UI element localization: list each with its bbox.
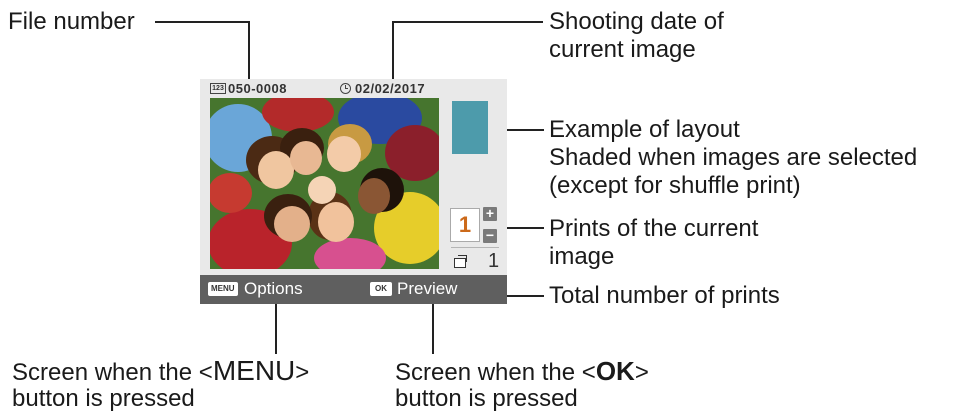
current-image[interactable] (210, 98, 439, 269)
prints-current-callout-line1: Prints of the current (549, 215, 759, 242)
menu-screen-callout-line1: Screen when the <MENU> (12, 357, 309, 387)
children-photo-image (210, 98, 439, 269)
file-number-leader-v (248, 21, 250, 81)
shooting-date-callout-line2: current image (549, 36, 696, 63)
layout-example-callout-line1: Example of layout (549, 116, 740, 143)
file-number-icon: 123 (210, 83, 226, 94)
ok-callout-leader (432, 304, 434, 354)
file-number-callout: File number (8, 8, 135, 35)
menu-callout-leader (275, 304, 277, 354)
options-label[interactable]: Options (244, 279, 303, 299)
file-number-value: 050-0008 (228, 81, 287, 96)
shooting-date-value: 02/02/2017 (355, 81, 426, 96)
screen-top-bar: 123 050-0008 02/02/2017 (200, 79, 507, 98)
printer-screen: 123 050-0008 02/02/2017 1 + − 1 MENU Opt… (200, 79, 507, 304)
shooting-date-callout-line1: Shooting date of (549, 8, 724, 35)
shooting-date-leader-v (392, 21, 394, 81)
file-number-leader-h (155, 21, 249, 23)
layout-example-callout-line3: (except for shuffle print) (549, 172, 801, 199)
ok-callout-prefix: Screen when the < (395, 359, 596, 386)
menu-callout-prefix: Screen when the < (12, 359, 213, 386)
menu-callout-key: MENU (212, 355, 296, 386)
plus-icon[interactable]: + (483, 206, 497, 221)
layout-example-thumbnail (452, 101, 488, 154)
menu-screen-callout-line2: button is pressed (12, 385, 195, 412)
total-prints-value: 1 (488, 250, 500, 272)
divider (451, 247, 499, 248)
total-prints-callout: Total number of prints (549, 282, 780, 309)
ok-screen-callout-line2: button is pressed (395, 385, 578, 412)
menu-callout-suffix: > (295, 359, 310, 386)
prints-stack-icon (454, 255, 467, 268)
menu-button-icon[interactable]: MENU (208, 282, 238, 296)
ok-button-icon[interactable]: OK (370, 282, 392, 296)
shooting-date-leader-h (392, 21, 543, 23)
prints-current-callout-line2: image (549, 243, 615, 270)
preview-label[interactable]: Preview (397, 279, 457, 299)
ok-callout-suffix: > (634, 359, 649, 386)
prints-current-value: 1 (450, 208, 480, 242)
ok-screen-callout-line1: Screen when the <OK> (395, 357, 649, 387)
minus-icon[interactable]: − (483, 228, 497, 243)
clock-icon (340, 83, 351, 94)
layout-example-callout-line2: Shaded when images are selected (549, 144, 918, 171)
screen-bottom-bar: MENU Options OK Preview (200, 275, 507, 304)
ok-callout-key: OK (595, 356, 635, 386)
